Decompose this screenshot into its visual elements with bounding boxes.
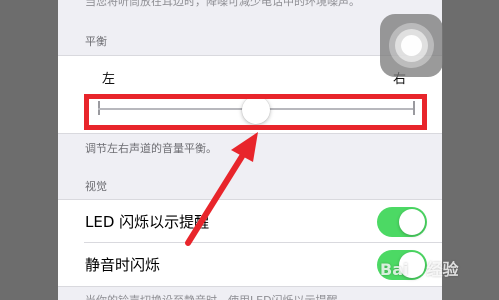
highlight-box <box>84 94 427 130</box>
right-background <box>442 0 499 300</box>
noise-cancel-note: 当您将听筒放在耳边时，降噪可减少电话中的环境噪声。 <box>85 0 360 8</box>
led-flash-toggle[interactable] <box>377 207 427 237</box>
balance-footer-note: 调节左右声道的音量平衡。 <box>85 142 217 155</box>
left-background <box>0 0 58 300</box>
flash-on-silent-label: 静音时闪烁 <box>85 256 161 274</box>
assistive-touch-icon <box>401 35 422 56</box>
vision-section-header: 视觉 <box>85 180 107 193</box>
watermark-text-left: Bai <box>380 260 409 279</box>
toggle-knob <box>399 209 425 235</box>
watermark: Bai 经验 <box>380 256 459 280</box>
paw-icon <box>410 262 425 276</box>
led-flash-label: LED 闪烁以示提醒 <box>85 213 210 231</box>
flash-footer-note: 当你的铃声切换设至静音时，使用LED闪烁以示提醒。 <box>85 292 349 300</box>
watermark-text-right: 经验 <box>426 260 459 279</box>
balance-section-header: 平衡 <box>85 35 107 48</box>
assistive-touch-button[interactable] <box>380 14 443 77</box>
led-flash-row[interactable]: LED 闪烁以示提醒 <box>58 199 442 243</box>
balance-left-label: 左 <box>102 72 116 87</box>
